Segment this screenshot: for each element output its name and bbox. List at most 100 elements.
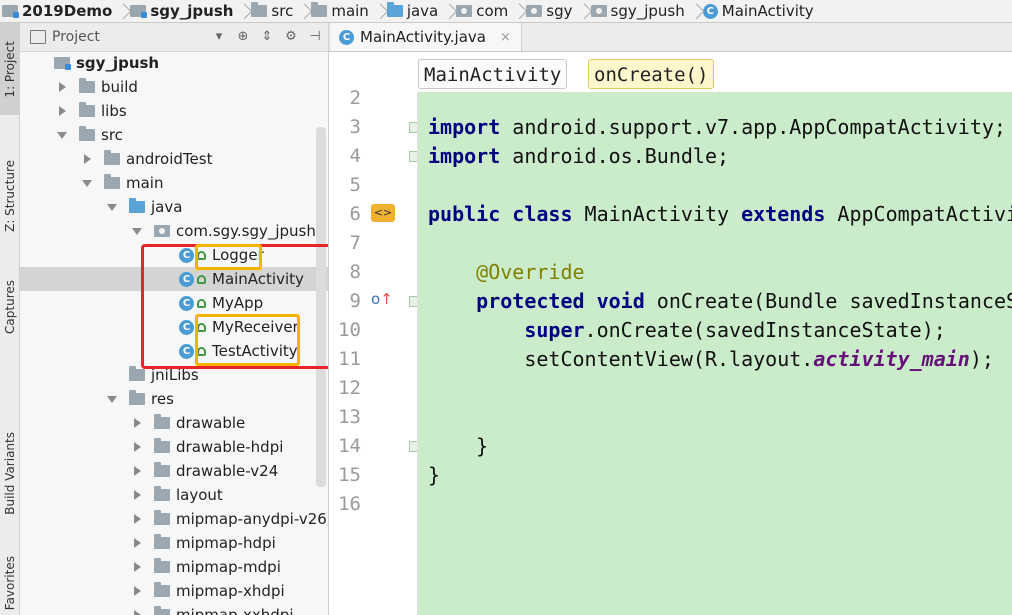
- tree-item-icon: [154, 438, 170, 453]
- chevron-right-icon: [444, 0, 456, 22]
- tree-item[interactable]: mipmap-hdpi: [20, 531, 328, 555]
- breadcrumb-item[interactable]: java: [386, 0, 444, 22]
- chevron-down-icon[interactable]: [105, 387, 121, 411]
- tab-mainactivity-java[interactable]: C MainActivity.java ×: [331, 23, 522, 51]
- chevron-right-icon[interactable]: [130, 603, 146, 615]
- tool-window-strip: 1: Project Z: Structure Captures Build V…: [0, 23, 20, 615]
- favorites-tool-tab[interactable]: Favorites: [0, 551, 19, 615]
- locate-icon[interactable]: ⊕: [236, 30, 250, 44]
- tree-item[interactable]: src: [20, 123, 328, 147]
- chevron-right-icon: [579, 0, 591, 22]
- captures-tool-tab[interactable]: Captures: [0, 267, 19, 347]
- code-text: android.os.Bundle;: [500, 144, 730, 168]
- chevron-down-icon[interactable]: [80, 171, 96, 195]
- tree-item[interactable]: drawable-hdpi: [20, 435, 328, 459]
- line-number: 10: [338, 319, 361, 341]
- tree-item[interactable]: sgy_jpush: [20, 51, 328, 75]
- tree-item[interactable]: com.sgy.sgy_jpush: [20, 219, 328, 243]
- chevron-right-icon[interactable]: [55, 99, 71, 123]
- structure-tool-tab[interactable]: Z: Structure: [0, 141, 19, 251]
- override-icon[interactable]: o↑: [371, 290, 393, 308]
- chevron-right-icon[interactable]: [130, 507, 146, 531]
- tree-item-label: libs: [101, 102, 127, 120]
- favorites-tool-tab-label: Favorites: [2, 555, 17, 611]
- crumb-class[interactable]: MainActivity: [418, 59, 568, 89]
- breadcrumb-item[interactable]: C MainActivity: [702, 0, 820, 22]
- tree-item[interactable]: mipmap-xhdpi: [20, 579, 328, 603]
- close-icon[interactable]: ×: [500, 30, 511, 45]
- breadcrumb-item[interactable]: main: [311, 0, 374, 22]
- breadcrumb-item[interactable]: 2019Demo: [0, 0, 118, 22]
- chevron-down-icon[interactable]: [105, 195, 121, 219]
- tree-item-icon: [154, 225, 170, 237]
- line-number: 14: [338, 435, 361, 457]
- breadcrumb-label: main: [331, 2, 369, 20]
- line-number: 7: [349, 232, 361, 254]
- captures-tool-tab-label: Captures: [2, 280, 17, 334]
- tree-item[interactable]: build: [20, 75, 328, 99]
- tree-item-icon: [154, 582, 170, 597]
- tree-item[interactable]: mipmap-xxhdpi: [20, 603, 328, 615]
- tree-item-label: androidTest: [126, 150, 213, 168]
- layout-icon[interactable]: <>: [371, 204, 395, 222]
- tree-item-label: java: [151, 198, 183, 216]
- code-keyword: import: [428, 115, 501, 139]
- code-annotation: @Override: [476, 260, 585, 284]
- code-line: }: [428, 461, 440, 490]
- code-area[interactable]: import android.support.v7.app.AppCompatA…: [417, 92, 1012, 615]
- tree-item-label: com.sgy.sgy_jpush: [176, 222, 316, 240]
- project-tool-tab[interactable]: 1: Project: [0, 23, 19, 115]
- collapse-all-icon[interactable]: ⇕: [260, 30, 274, 44]
- chevron-down-icon[interactable]: [130, 219, 146, 243]
- chevron-right-icon[interactable]: [80, 147, 96, 171]
- crumb-method[interactable]: onCreate(): [588, 59, 715, 89]
- tree-item-icon: [54, 57, 71, 70]
- chevron-right-icon[interactable]: [130, 483, 146, 507]
- hide-panel-icon[interactable]: ⊣: [308, 30, 322, 44]
- line-number: 12: [338, 377, 361, 399]
- breadcrumb-item[interactable]: sgy_jpush: [130, 0, 239, 22]
- package-icon: [154, 225, 170, 237]
- breadcrumb-item[interactable]: sgy: [526, 0, 578, 22]
- code-text: onCreate(Bundle savedInstanceState) {: [656, 289, 1012, 313]
- chevron-right-icon[interactable]: [130, 435, 146, 459]
- gear-icon[interactable]: ⚙: [284, 30, 298, 44]
- tree-item[interactable]: drawable: [20, 411, 328, 435]
- tree-item[interactable]: layout: [20, 483, 328, 507]
- tree-item[interactable]: res: [20, 387, 328, 411]
- tree-item[interactable]: libs: [20, 99, 328, 123]
- tree-item[interactable]: androidTest: [20, 147, 328, 171]
- tree-item[interactable]: mipmap-mdpi: [20, 555, 328, 579]
- tree-item-icon: [104, 174, 120, 189]
- build-variants-tool-tab[interactable]: Build Variants: [0, 418, 19, 528]
- project-view-selector[interactable]: Project: [52, 29, 202, 45]
- chevron-right-icon[interactable]: [130, 459, 146, 483]
- code-text: }: [428, 434, 489, 458]
- chevron-right-icon: [239, 0, 251, 22]
- tree-item[interactable]: java: [20, 195, 328, 219]
- code-keyword: class: [512, 202, 573, 226]
- tree-item[interactable]: main: [20, 171, 328, 195]
- tree-item[interactable]: drawable-v24: [20, 459, 328, 483]
- chevron-right-icon[interactable]: [130, 411, 146, 435]
- chevron-right-icon[interactable]: [130, 531, 146, 555]
- code-line: protected void onCreate(Bundle savedInst…: [428, 287, 1012, 316]
- breadcrumb-item[interactable]: com: [456, 0, 514, 22]
- folder-icon: [129, 366, 145, 381]
- chevron-down-icon[interactable]: [55, 123, 71, 147]
- tab-label: MainActivity.java: [360, 28, 486, 46]
- code-line: public class MainActivity extends AppCom…: [428, 200, 1012, 229]
- chevron-right-icon[interactable]: [130, 555, 146, 579]
- breadcrumb-item[interactable]: src: [251, 0, 299, 22]
- tree-item[interactable]: mipmap-anydpi-v26: [20, 507, 328, 531]
- module-icon: [2, 5, 19, 18]
- code-keyword: public: [428, 202, 501, 226]
- breadcrumb-label: sgy: [546, 2, 573, 20]
- chevron-right-icon[interactable]: [55, 75, 71, 99]
- line-number: 13: [338, 406, 361, 428]
- chevron-down-icon[interactable]: ▾: [212, 30, 226, 44]
- chevron-right-icon[interactable]: [130, 579, 146, 603]
- breadcrumb-item[interactable]: sgy_jpush: [590, 0, 691, 22]
